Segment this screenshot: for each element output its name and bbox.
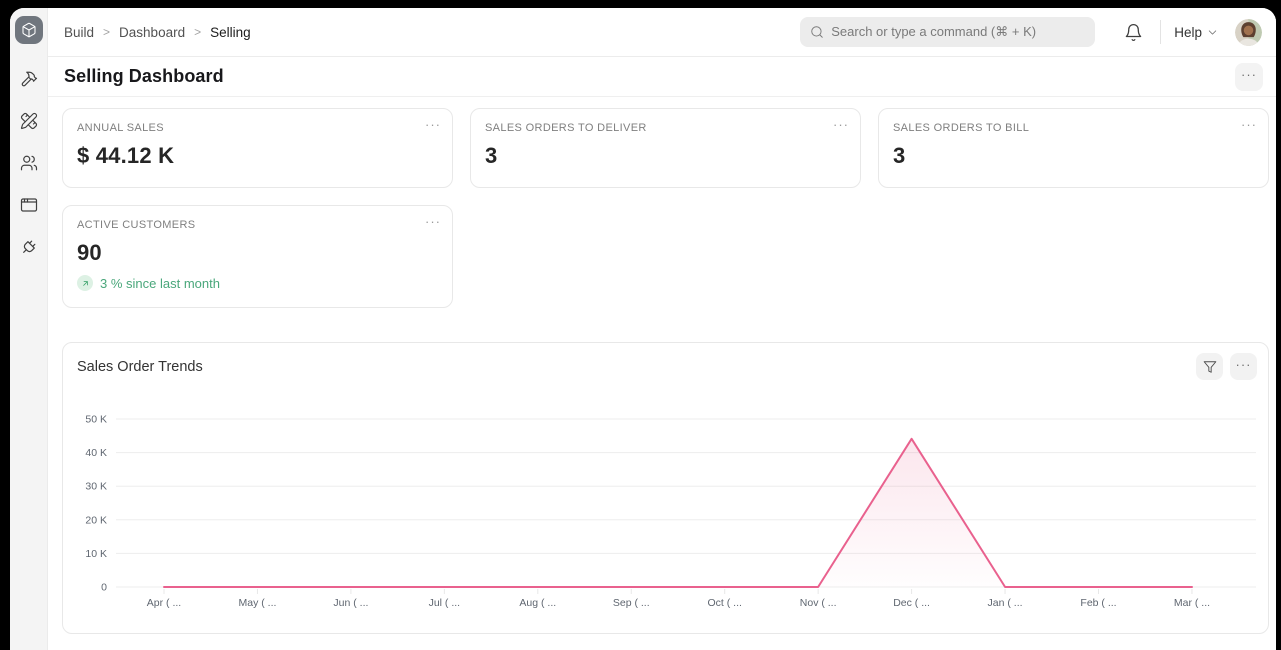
sidebar-item-integrations[interactable] bbox=[16, 234, 42, 260]
avatar-image bbox=[1235, 19, 1262, 46]
svg-text:30 K: 30 K bbox=[85, 481, 107, 493]
hammer-icon bbox=[20, 70, 38, 88]
number-cards-row-2: ACTIVE CUSTOMERS 90 3 % since last month… bbox=[62, 205, 1269, 308]
svg-text:Mar ( ...: Mar ( ... bbox=[1174, 597, 1210, 609]
page-title: Selling Dashboard bbox=[64, 66, 224, 87]
breadcrumb-separator: > bbox=[194, 25, 201, 39]
users-icon bbox=[20, 154, 38, 172]
sidebar bbox=[10, 8, 48, 650]
search-icon bbox=[810, 25, 824, 39]
card-value: 3 bbox=[485, 143, 846, 169]
sidebar-item-apps[interactable] bbox=[16, 192, 42, 218]
card-value: $ 44.12 K bbox=[77, 143, 438, 169]
card-sales-orders-to-bill[interactable]: SALES ORDERS TO BILL 3 ··· bbox=[878, 108, 1269, 188]
trend-up-badge bbox=[77, 275, 93, 291]
card-delta: 3 % since last month bbox=[77, 275, 438, 291]
dashboard-content: ANNUAL SALES $ 44.12 K ··· SALES ORDERS … bbox=[48, 98, 1276, 650]
svg-text:Jun ( ...: Jun ( ... bbox=[333, 597, 368, 609]
breadcrumb: Build > Dashboard > Selling bbox=[64, 25, 251, 40]
svg-text:Jan ( ...: Jan ( ... bbox=[988, 597, 1023, 609]
app-logo[interactable] bbox=[15, 16, 43, 44]
card-annual-sales[interactable]: ANNUAL SALES $ 44.12 K ··· bbox=[62, 108, 453, 188]
pencil-ruler-icon bbox=[20, 112, 38, 130]
arrow-up-right-icon bbox=[81, 279, 90, 288]
card-label: ANNUAL SALES bbox=[77, 122, 438, 134]
card-menu-button[interactable]: ··· bbox=[425, 117, 441, 132]
svg-text:50 K: 50 K bbox=[85, 414, 107, 426]
ellipsis-icon: ··· bbox=[425, 117, 441, 132]
svg-text:Apr ( ...: Apr ( ... bbox=[147, 597, 181, 609]
chevron-down-icon bbox=[1206, 26, 1219, 39]
user-avatar[interactable] bbox=[1235, 19, 1262, 46]
card-label: SALES ORDERS TO BILL bbox=[893, 122, 1254, 134]
sales-order-trends-card: Sales Order Trends ··· 010 K20 K30 K40 bbox=[62, 342, 1269, 634]
search-placeholder: Search or type a command (⌘ + K) bbox=[831, 24, 1036, 40]
svg-text:Oct ( ...: Oct ( ... bbox=[707, 597, 741, 609]
svg-text:Aug ( ...: Aug ( ... bbox=[519, 597, 556, 609]
page-menu-button[interactable]: ··· bbox=[1235, 63, 1263, 91]
ellipsis-icon: ··· bbox=[1241, 68, 1257, 81]
card-active-customers[interactable]: ACTIVE CUSTOMERS 90 3 % since last month… bbox=[62, 205, 453, 308]
help-menu[interactable]: Help bbox=[1174, 25, 1219, 40]
main-area: Build > Dashboard > Selling Search or ty… bbox=[48, 8, 1276, 650]
svg-text:Feb ( ...: Feb ( ... bbox=[1080, 597, 1116, 609]
number-cards-row-1: ANNUAL SALES $ 44.12 K ··· SALES ORDERS … bbox=[62, 108, 1269, 188]
bell-icon bbox=[1124, 23, 1143, 42]
svg-text:Sep ( ...: Sep ( ... bbox=[613, 597, 650, 609]
card-sales-orders-to-deliver[interactable]: SALES ORDERS TO DELIVER 3 ··· bbox=[470, 108, 861, 188]
svg-text:10 K: 10 K bbox=[85, 548, 107, 560]
breadcrumb-item-dashboard[interactable]: Dashboard bbox=[119, 25, 185, 40]
ellipsis-icon: ··· bbox=[425, 214, 441, 229]
app-window-icon bbox=[20, 196, 38, 214]
ellipsis-icon: ··· bbox=[1241, 117, 1257, 132]
breadcrumb-separator: > bbox=[103, 25, 110, 39]
svg-text:40 K: 40 K bbox=[85, 447, 107, 459]
card-label: ACTIVE CUSTOMERS bbox=[77, 219, 438, 231]
card-label: SALES ORDERS TO DELIVER bbox=[485, 122, 846, 134]
svg-text:Nov ( ...: Nov ( ... bbox=[800, 597, 837, 609]
sales-order-trends-chart: 0 10 K 20 K 30 K 40 K 50 K Apr ( ... May ( ... J… bbox=[63, 343, 1270, 635]
breadcrumb-item-selling[interactable]: Selling bbox=[210, 25, 251, 40]
app-window: Build > Dashboard > Selling Search or ty… bbox=[10, 8, 1276, 650]
sidebar-item-build[interactable] bbox=[16, 66, 42, 92]
svg-text:May ( ...: May ( ... bbox=[238, 597, 276, 609]
ellipsis-icon: ··· bbox=[833, 117, 849, 132]
search-input[interactable]: Search or type a command (⌘ + K) bbox=[800, 17, 1095, 47]
help-label: Help bbox=[1174, 25, 1202, 40]
breadcrumb-item-build[interactable]: Build bbox=[64, 25, 94, 40]
svg-text:Dec ( ...: Dec ( ... bbox=[893, 597, 930, 609]
card-menu-button[interactable]: ··· bbox=[425, 214, 441, 229]
plug-icon bbox=[20, 238, 38, 256]
sidebar-item-users[interactable] bbox=[16, 150, 42, 176]
box-icon bbox=[21, 22, 37, 38]
svg-text:Jul ( ...: Jul ( ... bbox=[429, 597, 461, 609]
card-menu-button[interactable]: ··· bbox=[833, 117, 849, 132]
topbar: Build > Dashboard > Selling Search or ty… bbox=[48, 8, 1276, 57]
card-menu-button[interactable]: ··· bbox=[1241, 117, 1257, 132]
notifications-button[interactable] bbox=[1119, 18, 1147, 46]
topbar-divider bbox=[1160, 20, 1161, 44]
card-value: 90 bbox=[77, 240, 438, 266]
card-delta-text: 3 % since last month bbox=[100, 276, 220, 291]
svg-text:20 K: 20 K bbox=[85, 514, 107, 526]
sidebar-nav bbox=[16, 66, 42, 260]
sidebar-item-design[interactable] bbox=[16, 108, 42, 134]
svg-text:0: 0 bbox=[101, 582, 107, 594]
title-bar: Selling Dashboard ··· bbox=[48, 57, 1276, 97]
card-value: 3 bbox=[893, 143, 1254, 169]
